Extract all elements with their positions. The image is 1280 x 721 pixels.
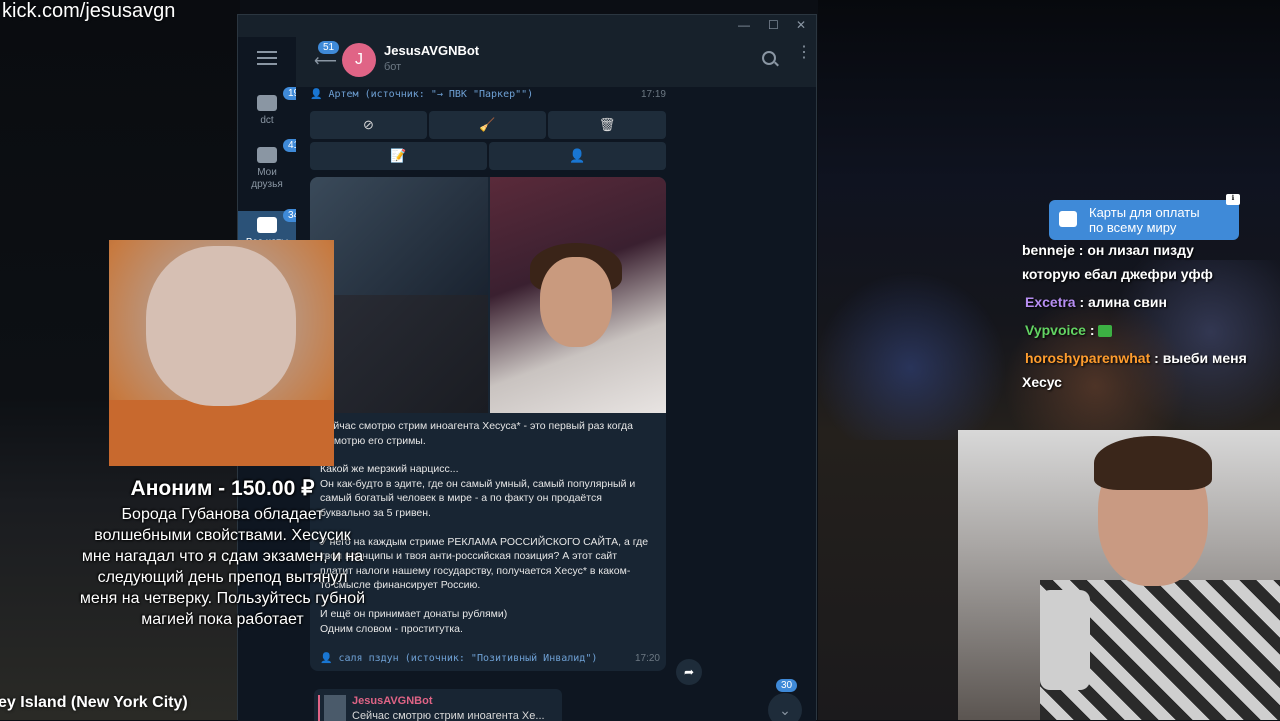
chat-message: horoshyparenwhat : выеби меня — [1025, 350, 1247, 366]
message-time: 17:20 — [634, 653, 660, 664]
chat-text: : — [1089, 322, 1095, 338]
message-line: я смотрю его стримы. — [320, 434, 426, 447]
chat-text: Хесус — [1022, 374, 1062, 390]
chat-message: Vypvoice : — [1025, 322, 1113, 338]
minimize-icon[interactable]: — — [738, 18, 750, 32]
chat-text: : выеби меня — [1154, 350, 1247, 366]
inline-keyboard-row-1: ⊘ 🧹 🗑 — [310, 111, 666, 139]
inline-keyboard-row-2: 📝 👤 — [310, 142, 666, 170]
photo-album[interactable] — [310, 177, 666, 413]
search-icon[interactable] — [762, 51, 776, 65]
close-icon[interactable]: ✕ — [796, 18, 806, 32]
menu-icon[interactable] — [257, 51, 277, 65]
scroll-down-icon[interactable]: ⌄ — [768, 693, 802, 721]
donation-image-face — [146, 246, 296, 406]
chat-message: Хесус — [1022, 374, 1062, 390]
reply-text: Сейчас смотрю стрим иноагента Хе... — [352, 710, 545, 721]
photo-streamer[interactable] — [310, 295, 488, 413]
delete-button[interactable]: 🗑 — [548, 111, 666, 139]
donation-line: мне нагадал что я сдам экзамен, и на — [81, 548, 364, 565]
message-signature: 👤 саля пздун (источник: "Позитивный Инва… — [320, 653, 660, 664]
user-button[interactable]: 👤 — [489, 142, 666, 170]
note-button[interactable]: 📝 — [310, 142, 487, 170]
folder-my-friends[interactable]: 41 Мои друзья — [238, 139, 305, 199]
folder-dct[interactable]: 191 dct — [238, 87, 310, 139]
window-titlebar: — ☐ ✕ — [238, 15, 816, 37]
message-source-label: 👤 саля пздун (источник: "Позитивный Инва… — [320, 653, 598, 664]
message-source-label: 👤 Артем (источник: "→ ПВК "Паркер"") — [310, 89, 534, 100]
reply-bar — [318, 695, 320, 721]
folder-label: Мои друзья — [251, 167, 283, 190]
stream-url: kick.com/jesusavgn — [2, 0, 176, 22]
unread-count-badge: 51 — [318, 41, 340, 54]
scroll-unread-badge: 30 — [776, 679, 798, 692]
ad-line: по всему миру — [1089, 220, 1177, 235]
chat-username: Vypvoice — [1025, 322, 1086, 338]
message-line: Сейчас смотрю стрим иноагента Хесуса* - … — [320, 420, 633, 432]
emote-icon — [1098, 325, 1113, 338]
donation-line: Борода Губанова обладает — [121, 506, 324, 523]
photo-face — [540, 257, 612, 347]
donation-header: Аноним - 150.00 ₽ — [130, 477, 315, 500]
chat-username: Excetra — [1025, 294, 1076, 310]
ad-badge-icon: ℹ — [1226, 194, 1240, 205]
microphone — [1040, 590, 1090, 690]
chat-message: которую ебал джефри уфф — [1022, 266, 1213, 282]
chats-icon: 348 — [257, 209, 310, 233]
donation-line: волшебными свойствами. Хесусик — [94, 527, 351, 544]
chat-text: : алина свин — [1079, 294, 1167, 310]
chat-message: Excetra : алина свин — [1025, 294, 1167, 310]
ad-text: Карты для оплаты по всему миру — [1089, 205, 1200, 235]
folder-icon: 41 — [257, 139, 305, 163]
chat-text: benneje : он лизал пизду — [1022, 242, 1194, 258]
folder-icon: 191 — [257, 87, 310, 111]
message-line: Какой же мерзкий нарцисс... — [320, 463, 459, 476]
message-line — [320, 448, 660, 462]
chat-username: horoshyparenwhat — [1025, 350, 1151, 366]
donation-line: меня на четверку. Пользуйтесь губной — [79, 590, 366, 607]
donation-line: магией пока работает — [141, 611, 304, 628]
reply-preview[interactable]: JesusAVGNBot Сейчас смотрю стрим иноаген… — [314, 689, 562, 721]
broom-button[interactable]: 🧹 — [429, 111, 546, 139]
card-icon — [1059, 211, 1077, 227]
chat-title[interactable]: JesusAVGNBot — [384, 43, 479, 58]
donation-image-shirt — [109, 400, 334, 466]
chat-message: benneje : он лизал пизду — [1022, 242, 1194, 258]
chat-text: которую ебал джефри уфф — [1022, 266, 1213, 282]
donation-message: Борода Губанова обладает волшебными свой… — [40, 504, 405, 630]
message-signature: 👤 Артем (источник: "→ ПВК "Паркер"") 17:… — [310, 89, 666, 100]
chat-subtitle: бот — [384, 61, 402, 73]
streamer-hair — [1094, 436, 1212, 490]
photo-screenshot[interactable] — [310, 177, 488, 295]
ad-banner[interactable]: Карты для оплаты по всему миру — [1049, 200, 1239, 240]
location-caption: ey Island (New York City) — [0, 694, 188, 711]
more-options-icon[interactable]: ⋮ — [796, 45, 812, 61]
forward-icon[interactable]: ➦ — [676, 659, 702, 685]
maximize-icon[interactable]: ☐ — [768, 18, 779, 32]
reply-author: JesusAVGNBot — [352, 695, 433, 707]
block-button[interactable]: ⊘ — [310, 111, 427, 139]
message-time: 17:19 — [640, 89, 666, 100]
back-arrow-icon[interactable]: ⟵ — [314, 51, 337, 71]
donation-line: следующий день препод вытянул — [97, 569, 348, 586]
avatar[interactable]: J — [342, 43, 376, 77]
ad-line: Карты для оплаты — [1089, 205, 1200, 220]
folder-label: dct — [260, 115, 274, 126]
chat-header: ⟵ 51 J JesusAVGNBot бот ⋮ — [296, 37, 816, 88]
reply-thumbnail — [324, 695, 346, 721]
